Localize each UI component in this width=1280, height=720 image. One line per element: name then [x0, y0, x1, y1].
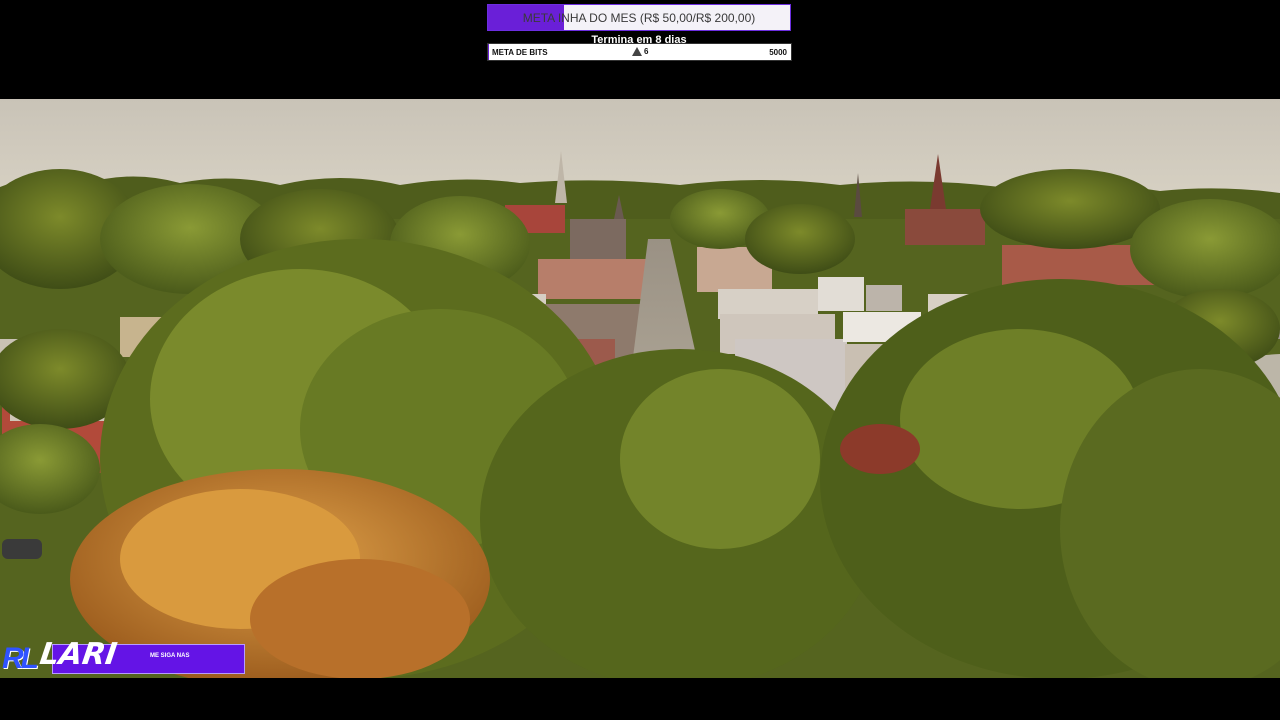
streamer-brand: RL LARI ME SIGA NAS: [2, 637, 245, 676]
town-aerial-scene: [0, 99, 1280, 678]
video-player[interactable]: [0, 99, 1280, 678]
bits-goal-label: META DE BITS: [492, 48, 548, 57]
brand-logo: RL: [2, 642, 39, 675]
bits-goal-bar: META DE BITS 6 5000: [487, 43, 792, 61]
bits-goal-current-value: 6: [644, 47, 649, 56]
bits-icon: [632, 47, 642, 56]
bits-goal-current: 6: [632, 47, 648, 56]
subgoal-progress-bar: META INHA DO MES (R$ 50,00/R$ 200,00): [487, 4, 791, 31]
brand-name: LARI: [37, 637, 120, 672]
bits-goal-max: 5000: [769, 48, 787, 57]
parked-car: [2, 539, 42, 559]
brand-tagline: ME SIGA NAS: [150, 653, 190, 659]
subgoal-label: META INHA DO MES (R$ 50,00/R$ 200,00): [522, 10, 756, 25]
